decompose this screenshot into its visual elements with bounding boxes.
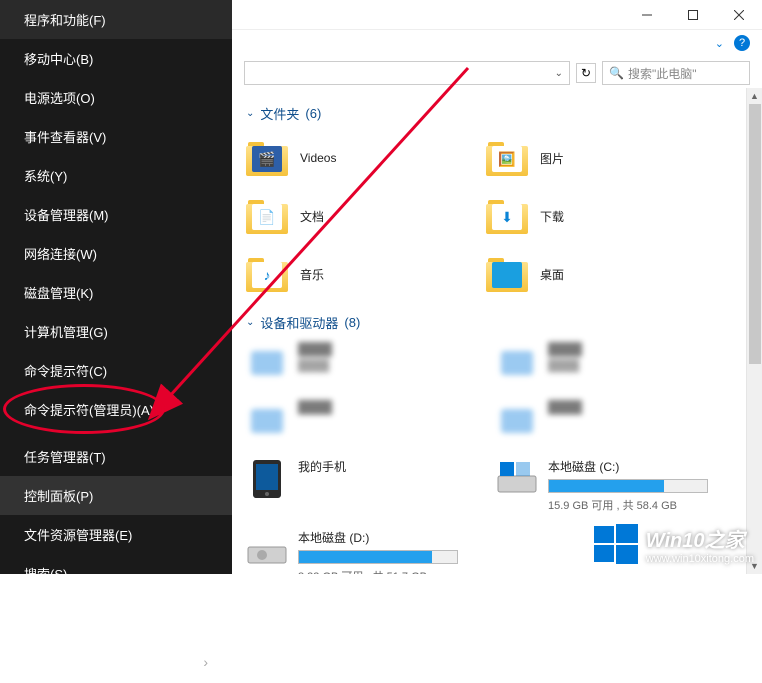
folder-label: 音乐 <box>300 266 324 283</box>
folder-videos[interactable]: 🎬 Videos <box>246 133 466 183</box>
refresh-button[interactable]: ↻ <box>576 63 596 83</box>
address-bar-row: ⌄ ↻ 🔍 搜索"此电脑" <box>232 56 762 90</box>
drives-grid: ████████ ████████ ████ ████ 我的手机 <box>246 342 748 574</box>
drive-icon <box>246 400 288 442</box>
folders-title: 文件夹 <box>260 104 299 123</box>
folder-desktop[interactable]: 桌面 <box>486 249 706 299</box>
disk-icon <box>496 458 538 500</box>
menu-compmgmt[interactable]: 计算机管理(G) <box>0 312 232 351</box>
menu-network[interactable]: 网络连接(W) <box>0 234 232 273</box>
menu-cmd[interactable]: 命令提示符(C) <box>0 351 232 390</box>
disk-icon <box>246 529 288 571</box>
help-icon[interactable]: ? <box>734 35 750 51</box>
drive-c[interactable]: 本地磁盘 (C:) 15.9 GB 可用 , 共 58.4 GB <box>496 458 726 513</box>
menu-diskmgmt[interactable]: 磁盘管理(K) <box>0 273 232 312</box>
menu-file-explorer[interactable]: 文件资源管理器(E) <box>0 515 232 554</box>
drive-usage-bar <box>298 550 458 564</box>
drive-blurred-4[interactable]: ████ <box>496 400 726 442</box>
drive-blurred-1[interactable]: ████████ <box>246 342 476 384</box>
drives-count: (8) <box>344 315 360 330</box>
drive-name: 我的手机 <box>298 458 476 475</box>
address-dropdown-icon[interactable]: ⌄ <box>555 68 563 79</box>
menu-programs[interactable]: 程序和功能(F) <box>0 0 232 39</box>
folder-pictures[interactable]: 🖼️ 图片 <box>486 133 706 183</box>
chevron-right-icon: › <box>203 654 208 670</box>
search-icon: 🔍 <box>609 66 624 80</box>
ribbon-chevron-icon[interactable]: ⌄ <box>715 37 724 50</box>
search-input[interactable]: 🔍 搜索"此电脑" <box>602 61 750 85</box>
folder-label: 下载 <box>540 208 564 225</box>
menu-run[interactable]: 运行(R) <box>0 593 232 632</box>
phone-icon <box>246 458 288 500</box>
music-icon: ♪ <box>246 256 288 292</box>
menu-taskmgr[interactable]: 任务管理器(T) <box>0 437 232 476</box>
drive-icon <box>246 342 288 384</box>
documents-icon: 📄 <box>246 198 288 234</box>
menu-control-panel[interactable]: 控制面板(P) <box>0 476 232 515</box>
folders-grid: 🎬 Videos 🖼️ 图片 📄 文档 ⬇ 下载 ♪ 音乐 桌面 <box>246 133 748 299</box>
collapse-icon: ⌄ <box>246 317 254 328</box>
menu-power[interactable]: 电源选项(O) <box>0 78 232 117</box>
scroll-track[interactable] <box>747 104 762 558</box>
device-phone[interactable]: 我的手机 <box>246 458 476 513</box>
drive-stat: 15.9 GB 可用 , 共 58.4 GB <box>548 497 726 513</box>
folder-downloads[interactable]: ⬇ 下载 <box>486 191 706 241</box>
close-button[interactable] <box>716 0 762 30</box>
power-user-menu: 程序和功能(F) 移动中心(B) 电源选项(O) 事件查看器(V) 系统(Y) … <box>0 0 232 574</box>
menu-cmd-admin[interactable]: 命令提示符(管理员)(A) <box>0 390 232 429</box>
scroll-thumb[interactable] <box>749 104 761 364</box>
drive-usage-bar <box>548 479 708 493</box>
drive-stat: 8.33 GB 可用 , 共 51.7 GB <box>298 568 476 574</box>
ribbon-help-bar: ⌄ ? <box>232 30 762 56</box>
address-bar[interactable]: ⌄ <box>244 61 570 85</box>
drives-section-header[interactable]: ⌄ 设备和驱动器 (8) <box>246 313 748 332</box>
vertical-scrollbar[interactable]: ▲ ▼ <box>746 88 762 574</box>
drives-title: 设备和驱动器 <box>260 313 338 332</box>
menu-devicemgr[interactable]: 设备管理器(M) <box>0 195 232 234</box>
downloads-icon: ⬇ <box>486 198 528 234</box>
scroll-up-icon[interactable]: ▲ <box>747 88 762 104</box>
drive-blurred-2[interactable]: ████████ <box>496 342 726 384</box>
folders-count: (6) <box>305 106 321 121</box>
pictures-icon: 🖼️ <box>486 140 528 176</box>
drive-d[interactable]: 本地磁盘 (D:) 8.33 GB 可用 , 共 51.7 GB <box>246 529 476 574</box>
drive-name: 本地磁盘 (C:) <box>548 458 726 475</box>
drive-name: 本地磁盘 (D:) <box>298 529 476 546</box>
collapse-icon: ⌄ <box>246 108 254 119</box>
folder-label: 桌面 <box>540 266 564 283</box>
folder-label: 图片 <box>540 150 564 167</box>
titlebar <box>232 0 762 30</box>
desktop-icon <box>486 256 528 292</box>
folder-music[interactable]: ♪ 音乐 <box>246 249 466 299</box>
menu-shutdown-label: 关机或注销(U) <box>24 652 107 671</box>
folder-documents[interactable]: 📄 文档 <box>246 191 466 241</box>
drive-icon <box>496 342 538 384</box>
drive-icon <box>496 400 538 442</box>
folder-label: 文档 <box>300 208 324 225</box>
maximize-button[interactable] <box>670 0 716 30</box>
drive-blurred-3[interactable]: ████ <box>246 400 476 442</box>
folder-label: Videos <box>300 151 336 165</box>
menu-mobility[interactable]: 移动中心(B) <box>0 39 232 78</box>
menu-system[interactable]: 系统(Y) <box>0 156 232 195</box>
menu-shutdown[interactable]: 关机或注销(U) › <box>0 640 232 683</box>
scroll-down-icon[interactable]: ▼ <box>747 558 762 574</box>
minimize-button[interactable] <box>624 0 670 30</box>
videos-icon: 🎬 <box>246 140 288 176</box>
folders-section-header[interactable]: ⌄ 文件夹 (6) <box>246 104 748 123</box>
file-explorer-window: ⌄ ? ⌄ ↻ 🔍 搜索"此电脑" ⌄ 文件夹 (6) 🎬 Videos 🖼️ … <box>232 0 762 574</box>
search-placeholder: 搜索"此电脑" <box>628 65 697 82</box>
explorer-content: ⌄ 文件夹 (6) 🎬 Videos 🖼️ 图片 📄 文档 ⬇ 下载 ♪ <box>232 90 762 574</box>
menu-eventviewer[interactable]: 事件查看器(V) <box>0 117 232 156</box>
